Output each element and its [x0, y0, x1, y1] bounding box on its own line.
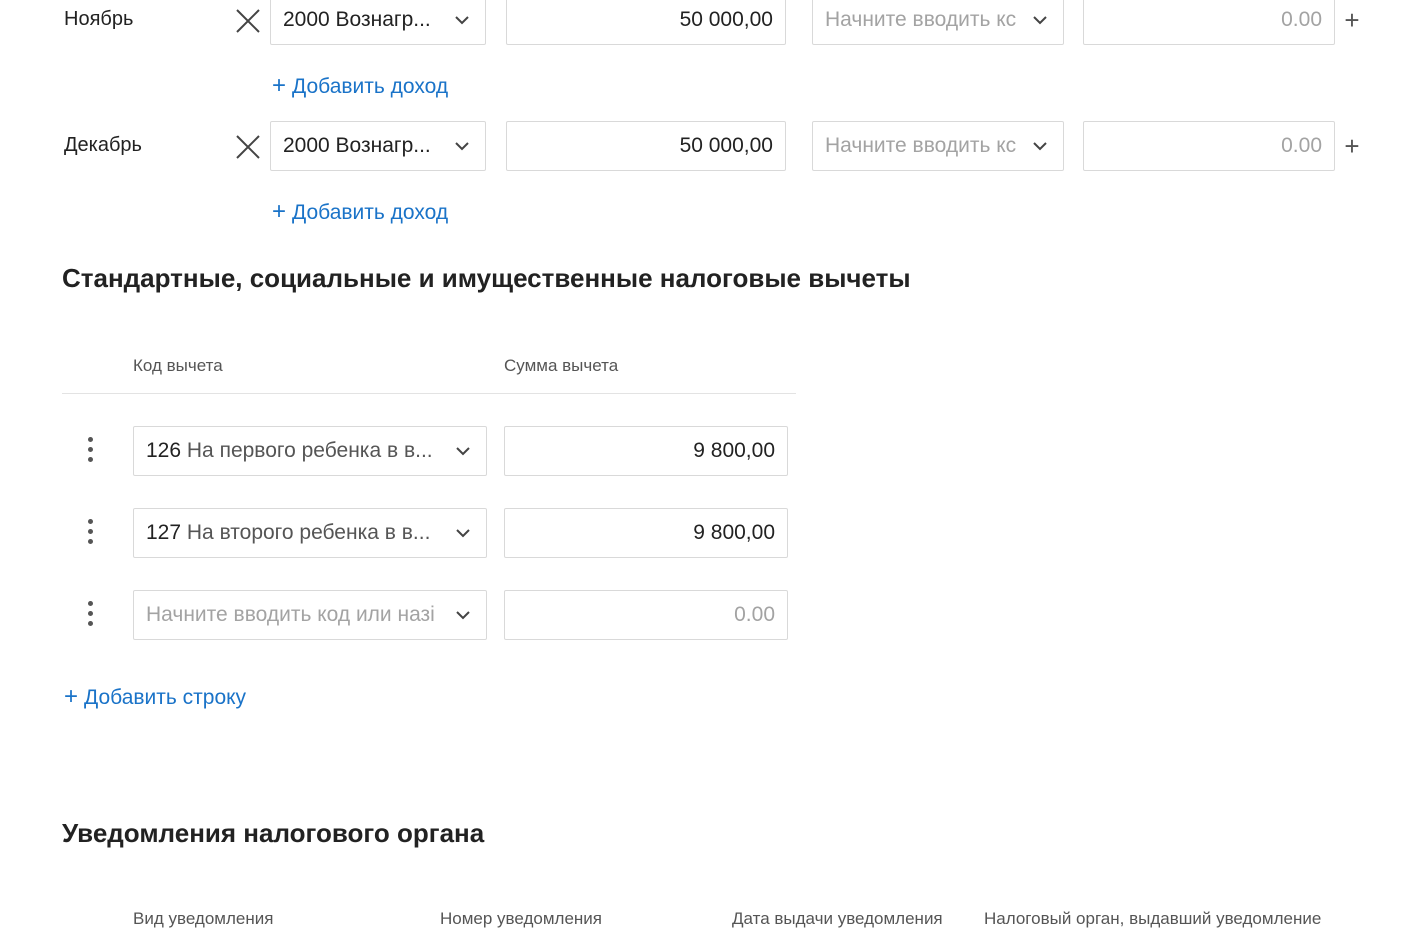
deduction-code-select[interactable]: Начните вводить кс	[812, 121, 1064, 171]
vertical-dots-icon[interactable]	[82, 516, 98, 546]
month-label: Декабрь	[64, 134, 142, 156]
column-header-deduction-code: Код вычета	[133, 356, 223, 375]
add-income-link[interactable]: + Добавить доход	[272, 198, 448, 226]
deduction-code-placeholder: Начните вводить кс	[825, 134, 1017, 157]
add-income-link[interactable]: + Добавить доход	[272, 72, 448, 100]
plus-icon: +	[64, 683, 79, 710]
column-header-deduction-amount: Сумма вычета	[504, 356, 619, 375]
deduction-description: На второго ребенка в в...	[186, 521, 431, 544]
income-code-value: 2000 Вознагр...	[283, 134, 431, 157]
column-header-tax-authority: Налоговый орган, выдавший уведомление	[984, 909, 1322, 928]
deduction-amount-field[interactable]: 0.00	[504, 590, 788, 640]
notifications-section-title: Уведомления налогового органа	[62, 818, 485, 848]
chevron-down-icon	[456, 529, 470, 538]
income-code-select[interactable]: 2000 Вознагр...	[270, 0, 486, 45]
chevron-down-icon	[456, 611, 470, 620]
income-amount-field[interactable]: 50 000,00	[506, 121, 786, 171]
deduction-amount-field[interactable]: 9 800,00	[504, 426, 788, 476]
plus-icon: +	[272, 72, 287, 99]
deduction-code-select[interactable]: 127 На второго ребенка в в...	[133, 508, 487, 558]
deduction-amount-field[interactable]: 0.00	[1083, 0, 1335, 45]
plus-icon: +	[272, 198, 287, 225]
deduction-code-select[interactable]: 126 На первого ребенка в в...	[133, 426, 487, 476]
column-header-notification-date: Дата выдачи уведомления	[732, 909, 943, 928]
table-header-divider	[62, 393, 796, 394]
column-header-notification-type: Вид уведомления	[133, 909, 274, 928]
income-code-value: 2000 Вознагр...	[283, 8, 431, 31]
chevron-down-icon	[1033, 142, 1047, 151]
close-icon[interactable]	[233, 132, 263, 162]
chevron-down-icon	[455, 16, 469, 25]
vertical-dots-icon[interactable]	[82, 434, 98, 464]
deduction-code: 126	[146, 439, 182, 462]
plus-icon[interactable]: +	[1340, 7, 1364, 33]
column-header-notification-number: Номер уведомления	[440, 909, 602, 928]
close-icon[interactable]	[233, 6, 263, 36]
plus-icon[interactable]: +	[1340, 133, 1364, 159]
month-label: Ноябрь	[64, 8, 134, 30]
chevron-down-icon	[1033, 16, 1047, 25]
deduction-code-placeholder: Начните вводить кс	[825, 8, 1017, 31]
deduction-amount-field[interactable]: 0.00	[1083, 121, 1335, 171]
deduction-code: 127	[146, 521, 182, 544]
income-amount-field[interactable]: 50 000,00	[506, 0, 786, 45]
deduction-code-select[interactable]: Начните вводить кс	[812, 0, 1064, 45]
vertical-dots-icon[interactable]	[82, 598, 98, 628]
chevron-down-icon	[456, 447, 470, 456]
add-income-label: Добавить доход	[292, 75, 449, 98]
chevron-down-icon	[455, 142, 469, 151]
income-code-select[interactable]: 2000 Вознагр...	[270, 121, 486, 171]
deduction-code-placeholder: Начните вводить код или назі	[146, 603, 435, 626]
add-row-label: Добавить строку	[84, 686, 247, 709]
deductions-section-title: Стандартные, социальные и имущественные …	[62, 263, 911, 293]
add-income-label: Добавить доход	[292, 201, 449, 224]
deduction-description: На первого ребенка в в...	[186, 439, 433, 462]
deduction-code-select[interactable]: Начните вводить код или назі	[133, 590, 487, 640]
add-row-link[interactable]: + Добавить строку	[64, 683, 246, 711]
deduction-amount-field[interactable]: 9 800,00	[504, 508, 788, 558]
